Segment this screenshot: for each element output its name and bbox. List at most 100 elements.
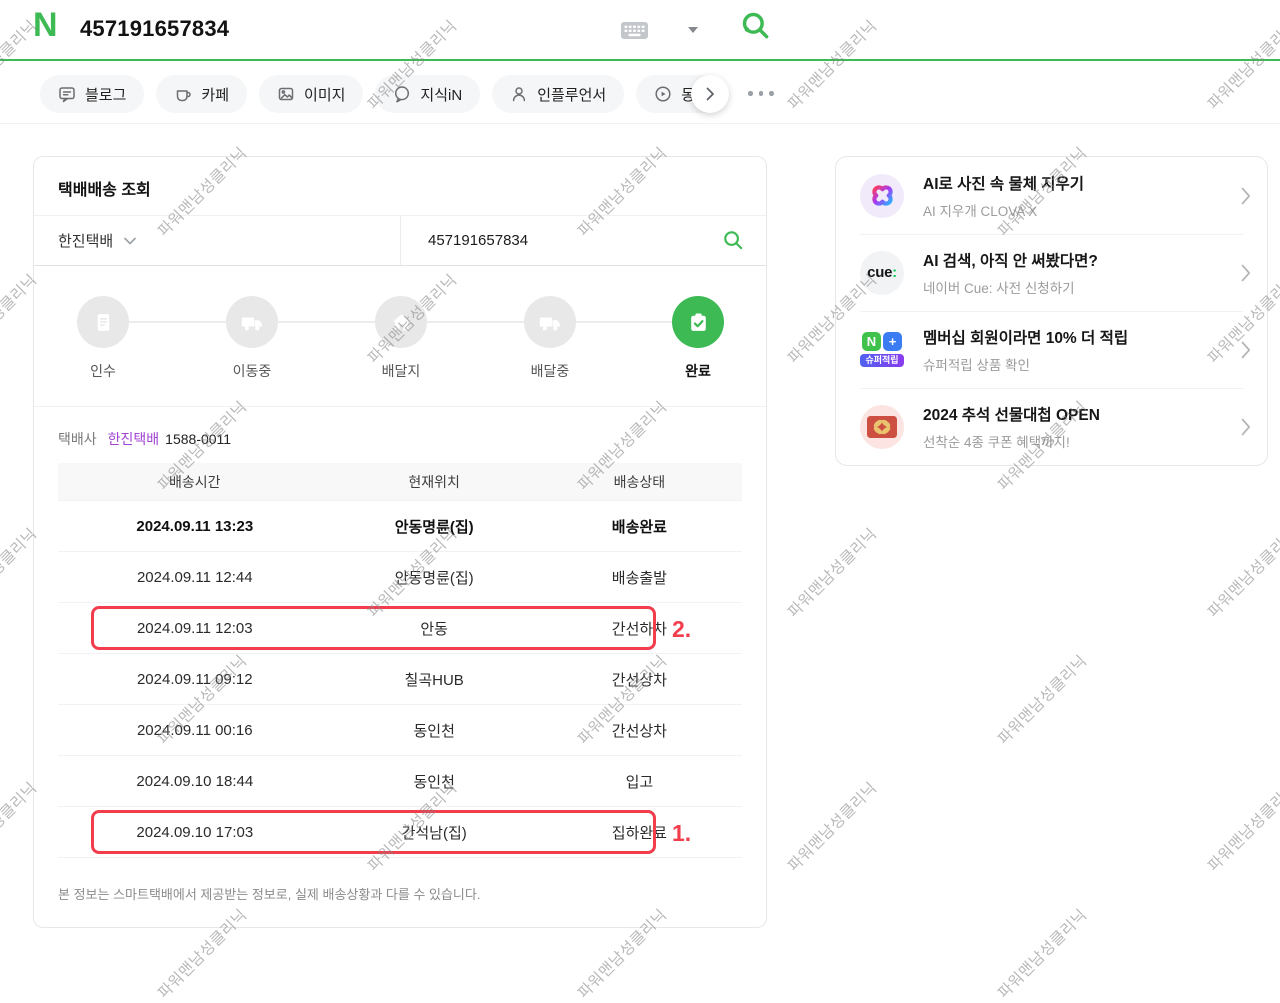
tracking-search-icon[interactable] [722, 229, 745, 252]
tracking-history-table: 배송시간현재위치배송상태 2024.09.11 13:23안동명륜(집)배송완료… [58, 463, 742, 858]
step-label: 완료 [648, 361, 748, 381]
column-header: 배송시간 [58, 472, 332, 492]
tab-label: 블로그 [85, 84, 126, 105]
tab-kin[interactable]: 지식iN [375, 75, 480, 113]
promo-subtitle: 네이버 Cue: 사전 신청하기 [923, 277, 1233, 297]
cell-time: 2024.09.11 12:03 [58, 620, 332, 637]
cell-location: 안동명륜(집) [332, 567, 537, 588]
progress-step-5: 완료 [648, 296, 748, 381]
image-icon [277, 85, 295, 103]
cell-location: 안동 [332, 618, 537, 639]
cue-logo-icon: cue: [860, 251, 904, 295]
naver-logo[interactable]: N [33, 8, 57, 42]
step-receipt-icon [77, 296, 129, 348]
carrier-name-link[interactable]: 한진택배 [108, 429, 160, 449]
tab-strip: 블로그카페이미지지식iN인플루언서동영상쇼핑 [40, 75, 708, 113]
tracking-history-row: 2024.09.11 00:16동인천간선상차 [58, 705, 742, 756]
card-title: 택배배송 조회 [34, 157, 766, 216]
tracking-number-input[interactable]: 457191657834 [401, 216, 766, 265]
promo-title: AI 검색, 아직 안 써봤다면? [923, 249, 1233, 271]
more-options-icon[interactable] [748, 91, 774, 96]
tab-image[interactable]: 이미지 [259, 75, 363, 113]
watermark-text: 파워맨남성클리닉 [992, 650, 1091, 749]
sidebar-item-nplus[interactable]: N+슈퍼적립멤버십 회원이라면 10% 더 적립슈퍼적립 상품 확인 [836, 311, 1267, 388]
step-house-icon [375, 296, 427, 348]
step-truck-icon [524, 296, 576, 348]
tabs-expand-button[interactable] [691, 75, 729, 113]
cell-location: 간석남(집) [332, 822, 537, 843]
keyboard-icon[interactable] [620, 19, 651, 42]
promo-title: 멤버십 회원이라면 10% 더 적립 [923, 326, 1233, 348]
progress-step-1: 인수 [53, 296, 153, 381]
column-header: 배송상태 [537, 472, 742, 492]
table-header-row: 배송시간현재위치배송상태 [58, 463, 742, 501]
step-label: 배달지 [351, 361, 451, 381]
cell-time: 2024.09.10 18:44 [58, 773, 332, 790]
watermark-text: 파워맨남성클리닉 [1202, 523, 1280, 622]
carrier-dropdown-value: 한진택배 [58, 230, 113, 251]
parcel-tracking-card: 택배배송 조회 한진택배 457191657834 인수이동중배달지배달중완료 … [33, 156, 767, 928]
cell-time: 2024.09.10 17:03 [58, 824, 332, 841]
tracking-history-row: 2024.09.10 17:03간석남(집)집하완료1. [58, 807, 742, 858]
promo-title: AI로 사진 속 물체 지우기 [923, 172, 1233, 194]
tracking-search-row: 한진택배 457191657834 [34, 216, 766, 266]
progress-step-2: 이동중 [202, 296, 302, 381]
cell-status: 입고 [537, 771, 742, 792]
sidebar-item-gift[interactable]: 2024 추석 선물대첩 OPEN 선착순 4종 쿠폰 혜택까지! [836, 388, 1267, 465]
gift-icon [860, 405, 904, 449]
step-label: 배달중 [500, 361, 600, 381]
step-label: 인수 [53, 361, 153, 381]
chevron-right-icon [1241, 264, 1251, 282]
search-tab-bar: 블로그카페이미지지식iN인플루언서동영상쇼핑 [0, 63, 1280, 124]
carrier-dropdown[interactable]: 한진택배 [34, 216, 401, 265]
search-query[interactable]: 457191657834 [80, 16, 229, 42]
progress-step-4: 배달중 [500, 296, 600, 381]
watermark-text: 파워맨남성클리닉 [782, 777, 881, 876]
cell-time: 2024.09.11 00:16 [58, 722, 332, 739]
disclaimer-text: 본 정보는 스마트택배에서 제공받는 정보로, 실제 배송상황과 다를 수 있습… [58, 884, 742, 927]
tab-blog[interactable]: 블로그 [40, 75, 144, 113]
cell-location: 안동명륜(집) [332, 516, 537, 537]
membership-nplus-icon: N+슈퍼적립 [860, 328, 904, 372]
step-truck-icon [226, 296, 278, 348]
header: N 457191657834 [0, 0, 1280, 61]
highlight-number: 1. [672, 820, 691, 847]
chevron-right-icon [1241, 418, 1251, 436]
tracking-number-value: 457191657834 [428, 232, 528, 249]
promo-subtitle: AI 지우개 CLOVA X [923, 200, 1233, 220]
keyboard-dropdown-caret-icon[interactable] [688, 27, 698, 33]
cell-status: 배송완료 [537, 516, 742, 537]
highlight-number: 2. [672, 616, 691, 643]
clova-x-logo-icon [860, 174, 904, 218]
tab-label: 지식iN [420, 84, 462, 105]
promo-title: 2024 추석 선물대첩 OPEN [923, 403, 1233, 425]
influencer-icon [510, 85, 528, 103]
watermark-text: 파워맨남성클리닉 [782, 523, 881, 622]
sidebar-item-clova[interactable]: AI로 사진 속 물체 지우기 AI 지우개 CLOVA X [836, 157, 1267, 234]
chevron-down-icon [124, 237, 136, 245]
delivery-progress-steps: 인수 이동중배달지 배달중 완료 [34, 266, 766, 407]
cell-time: 2024.09.11 12:44 [58, 569, 332, 586]
column-header: 현재위치 [332, 472, 537, 492]
tab-influencer[interactable]: 인플루언서 [492, 75, 624, 113]
chevron-right-icon [1241, 341, 1251, 359]
cell-status: 집하완료 [537, 822, 742, 843]
tab-cafe[interactable]: 카페 [156, 75, 247, 113]
cell-status: 간선상차 [537, 720, 742, 741]
tracking-history-row: 2024.09.11 09:12칠곡HUB간선상차 [58, 654, 742, 705]
cell-status: 간선하차 [537, 618, 742, 639]
header-search-icon[interactable] [740, 10, 772, 42]
table-body: 2024.09.11 13:23안동명륜(집)배송완료2024.09.11 12… [58, 501, 742, 858]
kin-icon [393, 85, 411, 103]
tracking-history-row: 2024.09.11 12:44안동명륜(집)배송출발 [58, 552, 742, 603]
chevron-right-icon [1241, 187, 1251, 205]
carrier-info-row: 택배사 한진택배 1588-0011 [34, 407, 766, 463]
carrier-phone: 1588-0011 [165, 431, 231, 447]
cell-time: 2024.09.11 09:12 [58, 671, 332, 688]
cafe-icon [174, 85, 192, 103]
tracking-history-row: 2024.09.11 12:03안동간선하차2. [58, 603, 742, 654]
sidebar-item-cue[interactable]: cue: AI 검색, 아직 안 써봤다면? 네이버 Cue: 사전 신청하기 [836, 234, 1267, 311]
watermark-text: 파워맨남성클리닉 [1202, 777, 1280, 876]
promo-subtitle: 선착순 4종 쿠폰 혜택까지! [923, 431, 1233, 451]
tracking-history-row: 2024.09.10 18:44동인천입고 [58, 756, 742, 807]
